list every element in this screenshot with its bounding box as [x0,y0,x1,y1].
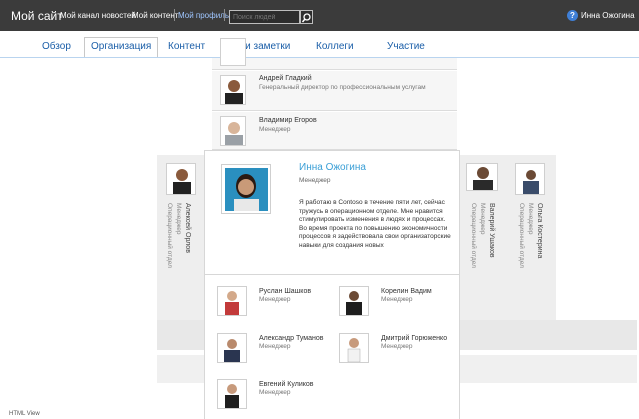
report-role: Менеджер [381,343,413,350]
report-role: Менеджер [259,343,291,350]
my-profile-link[interactable]: Мой профиль [178,11,229,20]
avatar [166,163,196,195]
avatar [339,286,369,316]
manager-name[interactable]: Андрей Гладкий [259,75,312,82]
avatar [220,38,246,66]
avatar [220,116,246,146]
divider [174,9,175,21]
peer-dept: Операционный отдел [166,203,173,268]
my-news-link[interactable]: Мой канал новостей [60,11,136,20]
user-menu[interactable]: Инна Ожогина [581,11,635,20]
manager-card[interactable]: Андрей Гладкий Генеральный директор по п… [212,71,457,111]
peer-role: Менеджер [527,203,534,235]
html-view-link[interactable]: HTML View [9,411,40,417]
profile-tabs: Обзор Организация Контент Теги и заметки… [0,36,639,58]
tab-overview[interactable]: Обзор [42,41,71,52]
current-person-card: Инна Ожогина Менеджер Я работаю в Contos… [204,150,460,275]
peer-dept: Операционный отдел [470,203,477,268]
divider [224,9,225,21]
profile-photo [221,164,271,214]
tab-participation[interactable]: Участие [387,41,425,52]
manager-card-top[interactable] [212,38,457,70]
person-name: Инна Ожогина [299,162,366,173]
person-role: Менеджер [299,177,331,184]
manager-role: Генеральный директор по профессиональным… [259,84,426,91]
report-role: Менеджер [259,389,291,396]
peer-name[interactable]: Валерий Ушаков [487,203,496,258]
site-title[interactable]: Мой сайт [11,9,63,23]
people-search-input[interactable] [229,10,300,24]
help-icon[interactable]: ? [567,10,578,21]
direct-reports: Руслан Шашков Менеджер Корелин Вадим Мен… [204,275,460,419]
search-icon [301,13,311,23]
report-role: Менеджер [381,296,413,303]
avatar [217,379,247,409]
tab-organization[interactable]: Организация [84,37,159,57]
peer-role: Менеджер [479,203,486,235]
report-name[interactable]: Александр Туманов [259,335,323,342]
avatar [466,163,498,191]
manager-card[interactable]: Владимир Егоров Менеджер [212,112,457,150]
my-content-link[interactable]: Мой контент [132,11,178,20]
peer-role: Менеджер [175,203,182,235]
manager-role: Менеджер [259,126,291,133]
report-name[interactable]: Дмитрий Горюженко [381,335,447,342]
report-name[interactable]: Евгений Куликов [259,381,313,388]
avatar [217,286,247,316]
top-bar: Мой сайт Мой канал новостей Мой контент … [0,0,639,31]
search-button[interactable] [300,10,313,24]
tab-content[interactable]: Контент [168,41,205,52]
avatar [339,333,369,363]
peer-dept: Операционный отдел [518,203,525,268]
peer-name[interactable]: Ольга Костерина [535,203,544,258]
manager-name[interactable]: Владимир Егоров [259,117,317,124]
avatar [217,333,247,363]
report-role: Менеджер [259,296,291,303]
peer-name[interactable]: Алексей Орлов [183,203,192,253]
report-name[interactable]: Руслан Шашков [259,288,311,295]
report-name[interactable]: Корелин Вадим [381,288,432,295]
person-bio: Я работаю в Contoso в течение пяти лет, … [299,199,451,249]
avatar [515,163,545,195]
tab-colleagues[interactable]: Коллеги [316,41,354,52]
avatar [220,75,246,105]
